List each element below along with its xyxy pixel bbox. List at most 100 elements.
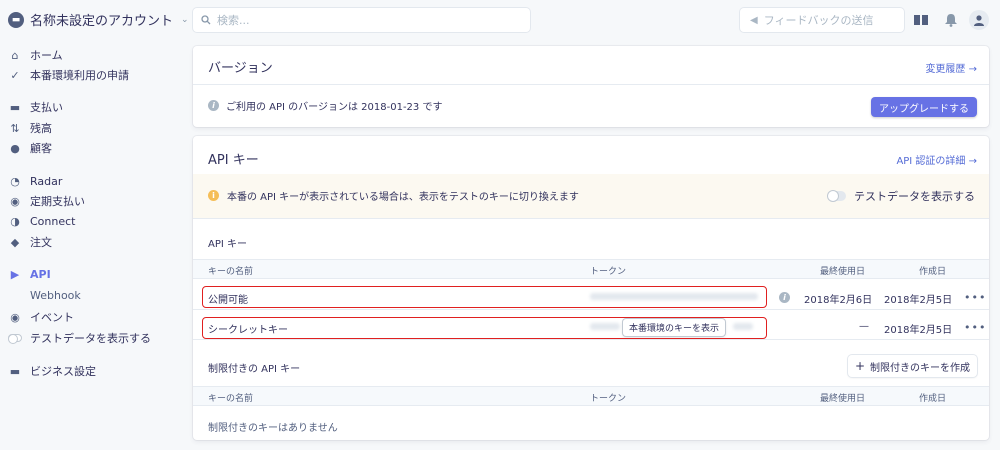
check-icon: ✓ xyxy=(10,68,20,82)
bell-icon[interactable] xyxy=(942,11,960,29)
column-header: 最終使用日 xyxy=(820,267,866,277)
api-keys-section-title: API キー xyxy=(208,239,247,250)
create-restricted-key-label: 制限付きのキーを作成 xyxy=(870,362,970,374)
created-date: 2018年2月5日 xyxy=(884,325,953,336)
sidebar-item-subscriptions[interactable]: ◉ 定期支払い xyxy=(8,193,85,209)
sidebar-item-events[interactable]: ◉ イベント xyxy=(8,309,74,325)
sidebar-item-label: ビジネス設定 xyxy=(30,365,96,378)
plus-icon: + xyxy=(854,359,865,373)
sidebar-item-payments[interactable]: ▬ 支払い xyxy=(8,99,63,115)
api-keys-card-title: API キー xyxy=(208,153,259,168)
sidebar-item-orders[interactable]: ◆ 注文 xyxy=(8,234,52,250)
search-input[interactable]: 検索... xyxy=(193,8,530,32)
home-icon: ⌂ xyxy=(11,48,19,62)
divider xyxy=(193,218,989,219)
changelog-link[interactable]: 変更履歴 → xyxy=(925,60,977,75)
sidebar-item-webhook[interactable]: Webhook xyxy=(30,287,81,303)
last-used-date: 2018年2月6日 xyxy=(804,295,873,306)
search-placeholder: 検索... xyxy=(217,14,250,27)
column-header: トークン xyxy=(590,267,627,277)
sidebar-item-connect[interactable]: ◑ Connect xyxy=(8,213,75,229)
sidebar-item-label: Radar xyxy=(30,174,63,188)
sidebar-item-label: Webhook xyxy=(30,288,81,302)
docs-icon[interactable] xyxy=(912,11,930,29)
column-header: 作成日 xyxy=(919,394,947,404)
version-card-title: バージョン xyxy=(208,61,273,76)
api-version-text: ご利用の API のバージョンは 2018-01-23 です xyxy=(226,102,443,113)
notice-text-wrap: i 本番の API キーが表示されている場合は、表示をテストのキーに切り換えます xyxy=(208,188,579,203)
top-bar: ▬ 名称未設定のアカウント ⌄ 検索... ◀ フィードバックの送信 xyxy=(0,0,1000,40)
api-keys-table-header: キーの名前 トークン 最終使用日 作成日 xyxy=(193,259,989,279)
notice-text: 本番の API キーが表示されている場合は、表示をテストのキーに切り換えます xyxy=(227,192,579,203)
sidebar-test-data-toggle[interactable]: テストデータを表示する xyxy=(8,330,151,346)
divider xyxy=(193,84,989,85)
sidebar: ⌂ ホーム ✓ 本番環境利用の申請 ▬ 支払い ⇅ 残高 ● 顧客 ◔ Rada… xyxy=(0,40,185,450)
sidebar-item-radar[interactable]: ◔ Radar xyxy=(8,173,62,189)
no-restricted-keys-message: 制限付きのキーはありません xyxy=(208,423,338,434)
toggle-switch[interactable] xyxy=(8,334,22,344)
account-name: 名称未設定のアカウント xyxy=(30,14,174,29)
connect-icon: ◑ xyxy=(10,214,20,228)
events-icon: ◉ xyxy=(10,310,20,324)
upgrade-button[interactable]: アップグレードする xyxy=(871,97,977,117)
toggle-label: テストデータを表示する xyxy=(854,190,975,203)
sidebar-item-activate[interactable]: ✓ 本番環境利用の申請 xyxy=(8,67,129,83)
chevron-down-icon: ⌄ xyxy=(181,14,189,25)
account-switcher[interactable]: ▬ 名称未設定のアカウント ⌄ xyxy=(8,10,189,29)
column-header: キーの名前 xyxy=(208,267,254,277)
column-header: 最終使用日 xyxy=(820,394,866,404)
more-actions-icon[interactable]: ••• xyxy=(964,321,986,334)
highlight-box xyxy=(202,317,767,339)
user-avatar-icon[interactable] xyxy=(969,10,989,30)
last-used-date: — xyxy=(859,321,869,332)
api-version-info: i ご利用の API のバージョンは 2018-01-23 です xyxy=(208,98,442,113)
sidebar-item-home[interactable]: ⌂ ホーム xyxy=(8,47,63,63)
sidebar-item-label: 残高 xyxy=(30,122,52,135)
info-icon[interactable]: i xyxy=(779,292,790,303)
customers-icon: ● xyxy=(10,141,20,155)
search-icon xyxy=(201,15,211,25)
sidebar-item-label: テストデータを表示する xyxy=(30,332,151,345)
orders-icon: ◆ xyxy=(10,235,20,249)
sidebar-item-label: 本番環境利用の申請 xyxy=(30,69,129,82)
megaphone-icon: ◀ xyxy=(750,14,758,26)
sidebar-item-customers[interactable]: ● 顧客 xyxy=(8,140,52,156)
subscriptions-icon: ◉ xyxy=(10,194,20,208)
feedback-label: フィードバックの送信 xyxy=(763,14,874,27)
sidebar-item-label: 支払い xyxy=(30,101,63,114)
column-header: トークン xyxy=(590,394,627,404)
warning-icon: i xyxy=(208,190,219,201)
store-icon: ▬ xyxy=(8,11,24,28)
more-actions-icon[interactable]: ••• xyxy=(964,291,986,304)
sidebar-item-label: 顧客 xyxy=(30,142,52,155)
sidebar-item-label: 注文 xyxy=(30,236,52,249)
sidebar-item-api[interactable]: ▶ API xyxy=(8,266,51,282)
balance-icon: ⇅ xyxy=(10,121,20,135)
restricted-keys-table-header: キーの名前 トークン 最終使用日 作成日 xyxy=(193,386,989,406)
radar-icon: ◔ xyxy=(10,174,20,188)
highlight-box xyxy=(202,286,767,308)
sidebar-item-label: イベント xyxy=(30,311,74,324)
column-header: キーの名前 xyxy=(208,394,254,404)
sidebar-item-label: API xyxy=(30,267,51,281)
sidebar-item-label: ホーム xyxy=(30,49,63,62)
feedback-button[interactable]: ◀ フィードバックの送信 xyxy=(740,8,904,32)
view-test-data-toggle[interactable]: テストデータを表示する xyxy=(828,188,975,204)
info-icon: i xyxy=(208,100,219,111)
business-settings-icon: ▬ xyxy=(9,364,21,378)
payments-icon: ▬ xyxy=(9,100,21,114)
sidebar-item-business-settings[interactable]: ▬ ビジネス設定 xyxy=(8,363,96,379)
restricted-keys-title: 制限付きの API キー xyxy=(208,364,301,375)
version-card: バージョン 変更履歴 → i ご利用の API のバージョンは 2018-01-… xyxy=(193,46,989,127)
sidebar-item-label: 定期支払い xyxy=(30,195,85,208)
toggle-switch[interactable] xyxy=(828,191,846,201)
sidebar-item-label: Connect xyxy=(30,214,76,228)
created-date: 2018年2月5日 xyxy=(884,295,953,306)
api-icon: ▶ xyxy=(10,267,20,281)
api-auth-details-link[interactable]: API 認証の詳細 → xyxy=(896,152,977,167)
column-header: 作成日 xyxy=(919,267,947,277)
api-keys-card: API キー API 認証の詳細 → i 本番の API キーが表示されている場… xyxy=(193,136,989,440)
sidebar-item-balance[interactable]: ⇅ 残高 xyxy=(8,120,52,136)
create-restricted-key-button[interactable]: + 制限付きのキーを作成 xyxy=(847,355,977,377)
live-keys-notice: i 本番の API キーが表示されている場合は、表示をテストのキーに切り換えます… xyxy=(193,174,989,218)
